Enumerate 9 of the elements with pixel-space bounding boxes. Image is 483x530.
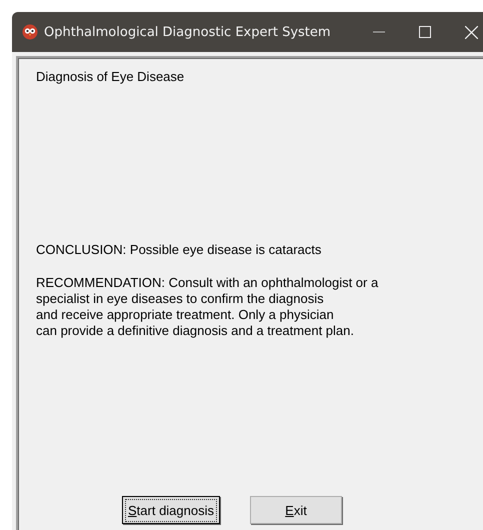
exit-button[interactable]: Exit (250, 496, 342, 524)
maximize-icon[interactable] (419, 26, 431, 38)
recommendation-text: RECOMMENDATION: Consult with an ophthalmologist or a specialist in eye diseases to confirm the diagnosis and receive appropriate treatment. Only a physician can provide a definitive diagnosis and a treatment plan. (36, 275, 380, 339)
close-icon[interactable] (465, 26, 478, 38)
start-button[interactable]: Start diagnosis (122, 496, 220, 524)
heading-text: Diagnosis of Eye Disease (36, 69, 186, 84)
conclusion-text: CONCLUSION: Possible eye disease is cataracts (36, 242, 322, 257)
owl-icon (22, 24, 38, 40)
window-title: Ophthalmological Diagnostic Expert System (44, 24, 331, 40)
